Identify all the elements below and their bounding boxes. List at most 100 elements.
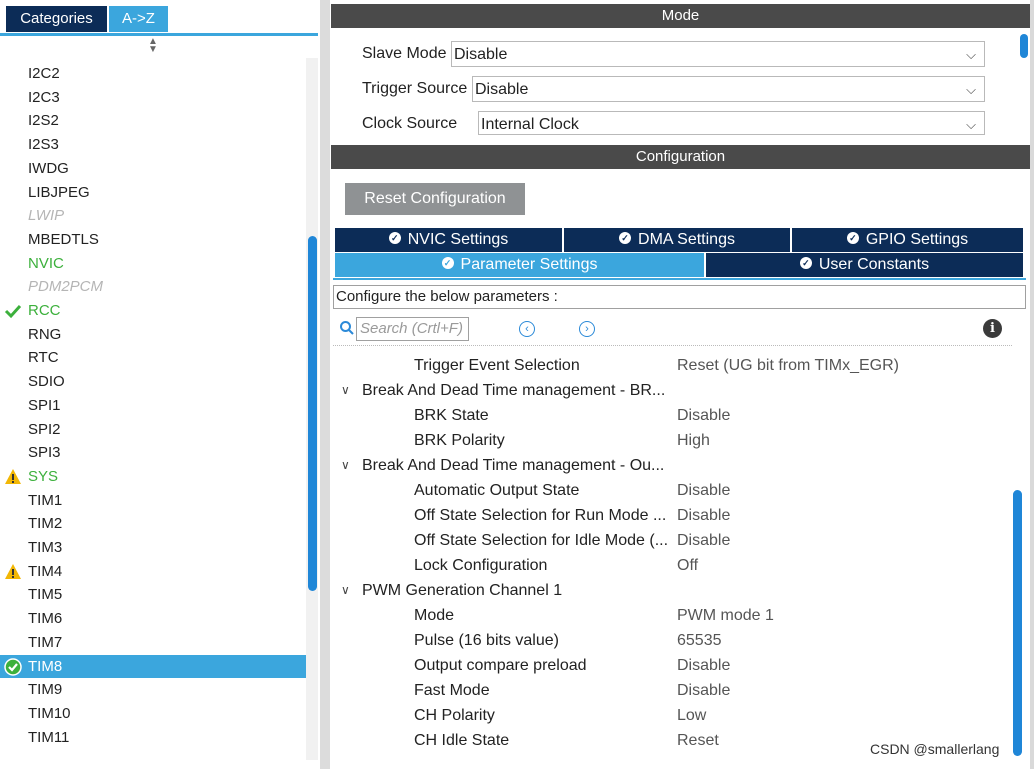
sort-arrows-icon[interactable]: ▲ ▼: [146, 37, 160, 55]
list-item-label: SYS: [28, 467, 59, 485]
list-item[interactable]: TIM2: [0, 512, 306, 535]
trigger-source-value: Disable: [475, 81, 529, 98]
parameter-value[interactable]: Disable: [677, 403, 730, 428]
list-item[interactable]: SPI2: [0, 418, 306, 441]
parameter-row[interactable]: Automatic Output State Disable: [333, 478, 1012, 503]
search-input[interactable]: Search (Crtl+F): [356, 317, 469, 341]
check-icon: [4, 304, 22, 319]
parameter-value[interactable]: Disable: [677, 503, 730, 528]
info-icon[interactable]: i: [983, 319, 1002, 338]
chevron-down-icon[interactable]: ∨: [341, 578, 350, 603]
parameter-group[interactable]: ∨ Break And Dead Time management - BR...: [333, 378, 1012, 403]
tab-categories[interactable]: Categories: [6, 6, 107, 32]
list-item[interactable]: SPI1: [0, 394, 306, 417]
parameter-scrollbar-thumb[interactable]: [1013, 490, 1022, 756]
parameter-row[interactable]: Pulse (16 bits value) 65535: [333, 628, 1012, 653]
parameter-row[interactable]: CH Polarity Low: [333, 703, 1012, 728]
group-label: Break And Dead Time management - BR...: [362, 382, 666, 399]
list-item[interactable]: NVIC: [0, 252, 306, 275]
parameter-row[interactable]: Output compare preload Disable: [333, 653, 1012, 678]
chevron-down-icon[interactable]: ∨: [341, 378, 350, 403]
list-item[interactable]: RNG: [0, 323, 306, 346]
list-item[interactable]: SPI3: [0, 441, 306, 464]
list-item-label: TIM10: [28, 704, 71, 722]
previous-result-icon[interactable]: ‹: [519, 321, 535, 337]
tab-dma-settings[interactable]: ✓ DMA Settings: [564, 228, 790, 252]
parameter-value[interactable]: Off: [677, 553, 698, 578]
reset-configuration-button[interactable]: Reset Configuration: [345, 183, 525, 215]
list-item-label: SPI3: [28, 444, 61, 462]
parameter-value[interactable]: Disable: [677, 478, 730, 503]
tab-parameter-settings[interactable]: ✓ Parameter Settings: [335, 253, 704, 277]
parameter-row[interactable]: BRK State Disable: [333, 403, 1012, 428]
list-item[interactable]: SDIO: [0, 370, 306, 393]
parameter-value[interactable]: Disable: [677, 653, 730, 678]
parameter-value[interactable]: 65535: [677, 628, 722, 653]
list-item[interactable]: TIM1: [0, 489, 306, 512]
list-item[interactable]: TIM8: [0, 654, 306, 678]
list-item[interactable]: LIBJPEG: [0, 181, 306, 204]
parameter-name: Output compare preload: [414, 657, 587, 674]
list-item[interactable]: TIM6: [0, 607, 306, 630]
clock-source-select[interactable]: Internal Clock ⌵: [478, 111, 985, 135]
parameter-row[interactable]: Off State Selection for Run Mode ... Disa…: [333, 503, 1012, 528]
list-item[interactable]: IWDG: [0, 157, 306, 180]
list-item[interactable]: I2C3: [0, 86, 306, 109]
tab-gpio-settings[interactable]: ✓ GPIO Settings: [792, 228, 1023, 252]
check-circle-icon: ✓: [619, 232, 632, 245]
parameter-value[interactable]: PWM mode 1: [677, 603, 774, 628]
list-item-label: MBEDTLS: [28, 230, 99, 248]
list-item[interactable]: I2C2: [0, 62, 306, 85]
parameter-row[interactable]: Off State Selection for Idle Mode (... Di…: [333, 528, 1012, 553]
chevron-down-icon[interactable]: ∨: [341, 453, 350, 478]
list-item-label: TIM3: [28, 539, 63, 556]
parameter-row[interactable]: Fast Mode Disable: [333, 678, 1012, 703]
check-circle-icon: ✓: [441, 257, 454, 270]
tab-a-z[interactable]: A->Z: [109, 6, 168, 32]
list-item-label: TIM6: [28, 610, 63, 628]
parameter-name: CH Idle State: [414, 732, 510, 749]
list-item[interactable]: PDM2PCM: [0, 275, 306, 298]
list-item[interactable]: TIM9: [0, 678, 306, 701]
parameter-value[interactable]: Reset: [677, 728, 719, 753]
tab-nvic-settings[interactable]: ✓ NVIC Settings: [335, 228, 562, 252]
list-item[interactable]: TIM4: [0, 560, 306, 583]
parameter-row[interactable]: Trigger Event Selection Reset (UG bit fro…: [333, 353, 1012, 378]
slave-mode-select[interactable]: Disable ⌵: [451, 41, 985, 67]
list-item[interactable]: TIM5: [0, 583, 306, 606]
list-item-label: RNG: [28, 325, 62, 343]
window-edge: [1030, 0, 1034, 769]
list-item[interactable]: TIM10: [0, 702, 306, 725]
list-item[interactable]: SYS: [0, 465, 306, 488]
list-item[interactable]: I2S2: [0, 109, 306, 132]
list-item[interactable]: TIM3: [0, 536, 306, 559]
tab-underline: [0, 33, 318, 36]
trigger-source-select[interactable]: Disable ⌵: [472, 76, 985, 102]
next-result-icon[interactable]: ›: [579, 321, 595, 337]
parameter-row[interactable]: Lock Configuration Off: [333, 553, 1012, 578]
chevron-down-icon: ⌵: [966, 117, 976, 132]
parameter-value[interactable]: Low: [677, 703, 706, 728]
tab-label: Parameter Settings: [460, 256, 598, 273]
parameter-name: Off State Selection for Idle Mode (...: [414, 532, 669, 549]
parameter-value[interactable]: Disable: [677, 678, 730, 703]
panel-splitter[interactable]: [320, 0, 330, 769]
list-item-label: PDM2PCM: [28, 278, 104, 296]
list-item[interactable]: I2S3: [0, 133, 306, 156]
parameter-group[interactable]: ∨ PWM Generation Channel 1: [333, 578, 1012, 603]
list-item[interactable]: TIM11: [0, 726, 306, 749]
parameter-group[interactable]: ∨ Break And Dead Time management - Ou...: [333, 453, 1012, 478]
mode-scrollbar-thumb[interactable]: [1020, 34, 1028, 58]
tab-user-constants[interactable]: ✓ User Constants: [706, 253, 1023, 277]
parameter-value[interactable]: Disable: [677, 528, 730, 553]
parameter-row[interactable]: Mode PWM mode 1: [333, 603, 1012, 628]
left-scrollbar-thumb[interactable]: [308, 236, 317, 591]
list-item[interactable]: LWIP: [0, 204, 306, 227]
parameter-value[interactable]: High: [677, 428, 710, 453]
parameter-row[interactable]: BRK Polarity High: [333, 428, 1012, 453]
list-item[interactable]: MBEDTLS: [0, 228, 306, 251]
list-item[interactable]: RTC: [0, 346, 306, 369]
list-item[interactable]: TIM7: [0, 631, 306, 654]
parameter-value[interactable]: Reset (UG bit from TIMx_EGR): [677, 353, 899, 378]
list-item[interactable]: RCC: [0, 299, 306, 322]
